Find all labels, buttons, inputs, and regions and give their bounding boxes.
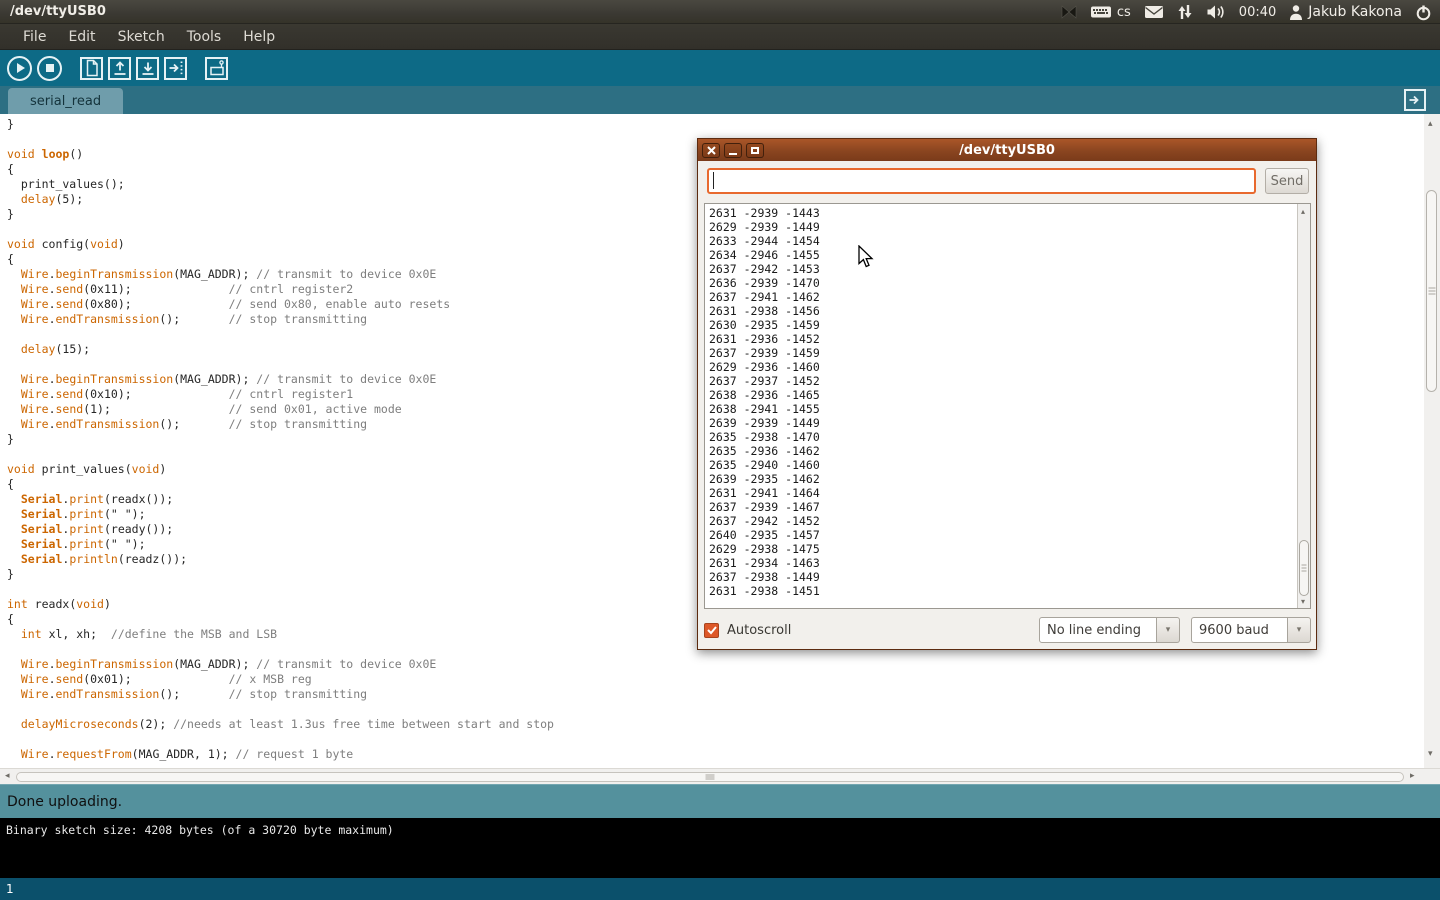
editor-vertical-scrollbar[interactable]: ▴ ▾ — [1424, 114, 1440, 768]
close-icon — [707, 146, 716, 155]
line-ending-select[interactable]: No line ending ▾ — [1039, 617, 1180, 643]
clock[interactable]: 00:40 — [1239, 5, 1276, 20]
line-ending-value: No line ending — [1039, 617, 1157, 643]
toolbar — [0, 50, 1440, 86]
mouse-cursor — [857, 245, 877, 269]
stop-button[interactable] — [37, 56, 62, 81]
horizontal-scroll-thumb[interactable] — [16, 772, 1404, 782]
session-power-icon[interactable] — [1415, 4, 1432, 21]
screen: /dev/ttyUSB0 cs — [0, 0, 1440, 900]
scroll-right-icon[interactable]: ▸ — [1410, 772, 1415, 781]
system-tray: cs 00:40 Jakub Kakona — [1061, 0, 1432, 24]
status-bar: Done uploading. — [0, 784, 1440, 818]
autoscroll-checkbox[interactable] — [704, 623, 719, 638]
keyboard-layout-indicator[interactable]: cs — [1090, 5, 1131, 20]
serial-monitor-button[interactable] — [205, 57, 228, 80]
serial-monitor-title: /dev/ttyUSB0 — [698, 143, 1316, 158]
send-button[interactable]: Send — [1265, 168, 1309, 194]
stop-icon — [46, 64, 54, 72]
thumb-grip — [1302, 563, 1307, 574]
verify-button[interactable] — [7, 56, 32, 81]
tabbar: serial_read — [0, 86, 1440, 114]
maximize-icon — [751, 147, 759, 154]
mail-icon[interactable] — [1144, 5, 1164, 19]
console-output: Binary sketch size: 4208 bytes (of a 307… — [0, 818, 1440, 878]
open-sketch-button[interactable] — [108, 57, 131, 80]
menu-edit[interactable]: Edit — [57, 25, 106, 49]
serial-output-area[interactable]: 2631 -2939 -1443 2629 -2939 -1449 2633 -… — [704, 203, 1311, 609]
thumb-grip — [706, 774, 715, 781]
menu-help[interactable]: Help — [232, 25, 286, 49]
minimize-icon — [729, 153, 737, 155]
menu-tools[interactable]: Tools — [176, 25, 233, 49]
volume-icon[interactable] — [1206, 4, 1226, 20]
user-menu[interactable]: Jakub Kakona — [1289, 4, 1402, 20]
menubar: FileEditSketchToolsHelp — [0, 24, 1440, 50]
scroll-up-icon[interactable]: ▴ — [1428, 120, 1433, 129]
new-file-icon — [83, 59, 101, 77]
text-caret — [713, 172, 714, 189]
indicator-applet-icon[interactable] — [1061, 5, 1077, 19]
status-text: Done uploading. — [7, 794, 122, 810]
tab-serial-read[interactable]: serial_read — [8, 88, 123, 114]
check-icon — [706, 624, 718, 636]
arrow-up-icon — [111, 59, 129, 77]
chevron-down-icon[interactable]: ▾ — [1288, 617, 1311, 643]
serial-input[interactable] — [707, 168, 1256, 194]
scroll-up-icon[interactable]: ▴ — [1301, 207, 1305, 216]
editor-horizontal-scrollbar[interactable]: ◂ ▸ — [0, 768, 1440, 784]
scroll-down-icon[interactable]: ▾ — [1428, 750, 1433, 759]
close-button[interactable] — [702, 143, 720, 158]
arrow-right-icon — [167, 59, 185, 77]
arrow-down-icon — [139, 59, 157, 77]
line-indicator-bar: 1 — [0, 878, 1440, 900]
baud-rate-select[interactable]: 9600 baud ▾ — [1191, 617, 1311, 643]
menu-file[interactable]: File — [12, 25, 57, 49]
minimize-button[interactable] — [724, 143, 742, 158]
serial-monitor-titlebar[interactable]: /dev/ttyUSB0 — [698, 139, 1316, 161]
console-text: Binary sketch size: 4208 bytes (of a 307… — [0, 818, 1440, 838]
save-sketch-button[interactable] — [136, 57, 159, 80]
serial-monitor-window: /dev/ttyUSB0 Send 2631 -2939 -1443 2629 … — [697, 138, 1317, 650]
serial-scroll-thumb[interactable] — [1299, 540, 1309, 596]
vertical-scroll-thumb[interactable] — [1426, 190, 1437, 392]
autoscroll-label: Autoscroll — [727, 623, 791, 638]
serial-output-text: 2631 -2939 -1443 2629 -2939 -1449 2633 -… — [705, 204, 1310, 598]
tab-menu-button[interactable] — [1404, 89, 1426, 111]
menu-sketch[interactable]: Sketch — [107, 25, 176, 49]
tab-menu-arrow-icon — [1407, 92, 1423, 108]
line-number: 1 — [6, 882, 14, 896]
serial-monitor-icon — [208, 59, 226, 77]
network-traffic-icon[interactable] — [1177, 4, 1193, 20]
scroll-left-icon[interactable]: ◂ — [5, 772, 10, 781]
new-sketch-button[interactable] — [80, 57, 103, 80]
play-icon — [17, 63, 25, 73]
baud-rate-value: 9600 baud — [1191, 617, 1288, 643]
thumb-grip — [1428, 286, 1435, 297]
username-label: Jakub Kakona — [1308, 4, 1402, 20]
maximize-button[interactable] — [746, 143, 764, 158]
serial-scrollbar[interactable]: ▴ ▾ — [1297, 204, 1310, 608]
keyboard-layout-label: cs — [1117, 5, 1131, 20]
user-icon — [1289, 4, 1303, 20]
keyboard-icon — [1090, 5, 1112, 19]
serial-monitor-footer: Autoscroll No line ending ▾ 9600 baud ▾ — [704, 615, 1311, 645]
upload-button[interactable] — [164, 57, 187, 80]
panel-window-title: /dev/ttyUSB0 — [10, 4, 106, 19]
chevron-down-icon[interactable]: ▾ — [1157, 617, 1180, 643]
top-panel: /dev/ttyUSB0 cs — [0, 0, 1440, 24]
scroll-down-icon[interactable]: ▾ — [1301, 597, 1305, 606]
